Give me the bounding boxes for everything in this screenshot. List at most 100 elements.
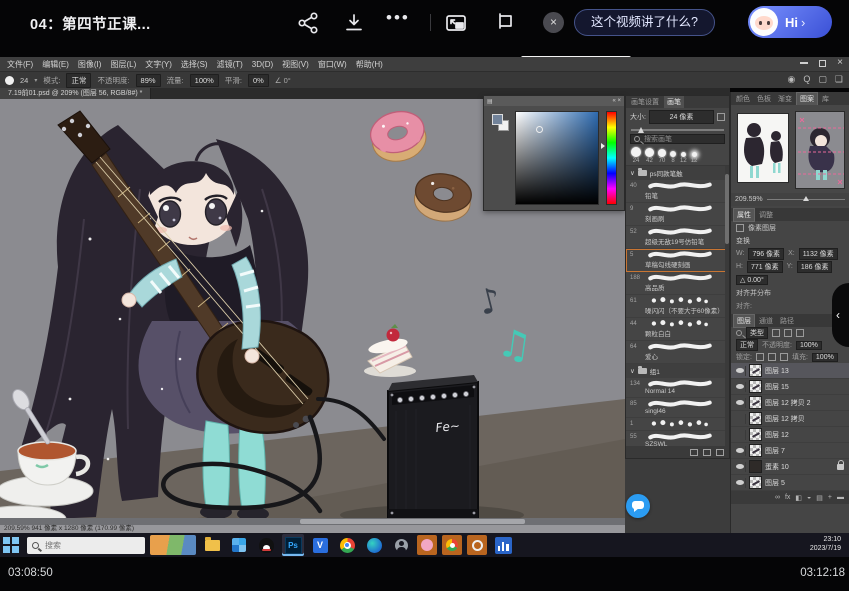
brush-item[interactable]: 188高品质 xyxy=(626,272,729,295)
brush-item[interactable]: 85singl46 xyxy=(626,398,729,418)
layer-mask-icon[interactable]: ◧ xyxy=(795,494,802,502)
lock-transparency-icon[interactable] xyxy=(756,353,764,361)
navigator-zoom-value[interactable]: 209.59% xyxy=(735,196,763,203)
tab-properties[interactable]: 属性 xyxy=(733,208,755,222)
filter-adjustment-icon[interactable] xyxy=(784,329,792,337)
h-value[interactable]: 771 像素 xyxy=(747,261,783,273)
new-group-icon[interactable]: ▤ xyxy=(816,494,823,502)
tab-channels[interactable]: 通道 xyxy=(756,315,776,327)
brush-preset[interactable]: 12 xyxy=(680,152,687,164)
tab-adjustments[interactable]: 调整 xyxy=(756,209,776,221)
taskbar-app-browser[interactable] xyxy=(442,535,462,555)
share-user-icon[interactable]: ◉ xyxy=(788,74,796,85)
tab-gradients[interactable]: 渐变 xyxy=(775,93,795,105)
blend-mode-select[interactable]: 正常 xyxy=(736,339,758,351)
brush-scrollbar[interactable] xyxy=(725,166,729,446)
taskbar-clock[interactable]: 23:10 2023/7/19 xyxy=(810,536,841,554)
tab-brush-settings[interactable]: 画笔设置 xyxy=(628,96,662,108)
brush-preset[interactable]: 8 xyxy=(670,151,676,164)
taskbar-contacts[interactable] xyxy=(390,534,412,556)
new-brush-icon[interactable] xyxy=(703,449,711,456)
brush-folder[interactable]: ∨组1 xyxy=(626,364,729,378)
reference-thumbnail-1[interactable] xyxy=(737,113,789,183)
brush-tip-icon[interactable] xyxy=(5,76,14,85)
taskbar-photoshop[interactable]: Ps xyxy=(282,534,304,556)
download-icon[interactable] xyxy=(342,11,366,35)
share-icon[interactable] xyxy=(296,11,320,35)
layer-style-icon[interactable]: fx xyxy=(785,494,790,501)
brush-item[interactable]: 134Normal 14 xyxy=(626,378,729,398)
lock-position-icon[interactable] xyxy=(780,353,788,361)
menu-filter[interactable]: 滤镜(T) xyxy=(217,59,243,70)
taskbar-search-input[interactable] xyxy=(43,540,123,551)
layer-filter-type[interactable]: 类型 xyxy=(746,327,768,339)
smoothing-value[interactable]: 0% xyxy=(248,74,269,87)
menu-edit[interactable]: 编辑(E) xyxy=(42,59,69,70)
menu-type[interactable]: 文字(Y) xyxy=(145,59,172,70)
minimize-icon[interactable] xyxy=(800,62,808,64)
hue-slider-thumb[interactable] xyxy=(601,143,605,149)
taskbar-edge[interactable] xyxy=(363,534,385,556)
rotation-angle-value[interactable]: △ 0.00° xyxy=(736,275,768,285)
layer-row[interactable]: 图层 12 拷贝 xyxy=(731,411,849,427)
taskbar-qq[interactable] xyxy=(255,534,277,556)
taskbar-photos-app[interactable] xyxy=(228,534,250,556)
tab-color[interactable]: 颜色 xyxy=(733,93,753,105)
panel-collapse-icon[interactable]: « × xyxy=(612,98,621,104)
delete-brush-icon[interactable] xyxy=(716,449,724,456)
horizontal-scrollbar-thumb[interactable] xyxy=(300,519,525,524)
menu-help[interactable]: 帮助(H) xyxy=(356,59,383,70)
clip-icon[interactable] xyxy=(492,11,516,35)
layout-icon[interactable]: ▢ xyxy=(818,74,827,85)
brush-edit-icon[interactable] xyxy=(717,113,725,121)
start-button[interactable] xyxy=(0,534,22,556)
picture-in-picture-icon[interactable] xyxy=(444,11,468,35)
align-distribute-heading[interactable]: 对齐并分布 xyxy=(736,288,771,298)
brush-item[interactable]: 64爱心 xyxy=(626,341,729,364)
more-icon[interactable]: ••• xyxy=(386,8,410,28)
ai-assistant-button[interactable]: Hi › xyxy=(748,6,832,38)
menu-3d[interactable]: 3D(D) xyxy=(252,60,273,69)
chat-bubble-button[interactable] xyxy=(626,494,650,518)
brush-item[interactable]: 44颗粒白白 xyxy=(626,318,729,341)
w-value[interactable]: 796 像素 xyxy=(748,248,784,260)
tab-patterns[interactable]: 图案 xyxy=(796,92,818,106)
link-layers-icon[interactable]: ∞ xyxy=(775,494,780,501)
maximize-icon[interactable] xyxy=(819,60,826,67)
layer-row[interactable]: 蛋素 10 xyxy=(731,459,849,475)
layer-row[interactable]: 图层 7 xyxy=(731,443,849,459)
taskbar-app-pink[interactable] xyxy=(417,535,437,555)
mode-select[interactable]: 正常 xyxy=(66,73,91,88)
brush-preset[interactable]: 24 xyxy=(631,147,641,164)
y-value[interactable]: 186 像素 xyxy=(797,261,833,273)
menu-file[interactable]: 文件(F) xyxy=(7,59,33,70)
search-icon[interactable]: Q xyxy=(803,74,810,85)
menu-window[interactable]: 窗口(W) xyxy=(318,59,347,70)
menu-layer[interactable]: 图层(L) xyxy=(110,59,136,70)
brush-preset[interactable]: 12 xyxy=(691,152,698,164)
foreground-color-swatch[interactable] xyxy=(492,114,503,125)
chevron-down-icon[interactable]: ▾ xyxy=(34,77,37,84)
brush-item[interactable]: 55SZSWL xyxy=(626,431,729,446)
layer-row[interactable]: 图层 12 xyxy=(731,427,849,443)
lock-pixels-icon[interactable] xyxy=(768,353,776,361)
new-folder-icon[interactable] xyxy=(690,449,698,456)
brush-item[interactable]: 52超级无敌19号仿铅笔 xyxy=(626,226,729,249)
news-widget-thumbnail[interactable] xyxy=(150,535,196,555)
brush-item[interactable]: 61噪闪闪（不要大于60像素） xyxy=(626,295,729,318)
transform-section-label[interactable]: 变换 xyxy=(736,236,750,246)
brush-preset[interactable]: 42 xyxy=(645,148,654,164)
brush-angle-value[interactable]: ∠ 0° xyxy=(275,76,291,85)
layer-row[interactable]: 图层 13 xyxy=(731,363,849,379)
menu-image[interactable]: 图像(I) xyxy=(78,59,102,70)
brush-item[interactable]: 9刻画刷 xyxy=(626,203,729,226)
ask-ai-button[interactable]: 这个视频讲了什么? xyxy=(574,9,715,36)
delete-layer-icon[interactable]: ▬ xyxy=(837,494,844,501)
taskbar-search[interactable] xyxy=(27,537,145,554)
layer-row[interactable]: 图层 15 xyxy=(731,379,849,395)
x-value[interactable]: 1132 像素 xyxy=(799,248,838,260)
adjustment-layer-icon[interactable]: ◒ xyxy=(807,494,811,501)
new-layer-icon[interactable]: + xyxy=(828,494,832,501)
tab-libraries[interactable]: 库 xyxy=(819,93,832,105)
tab-layers[interactable]: 图层 xyxy=(733,314,755,328)
